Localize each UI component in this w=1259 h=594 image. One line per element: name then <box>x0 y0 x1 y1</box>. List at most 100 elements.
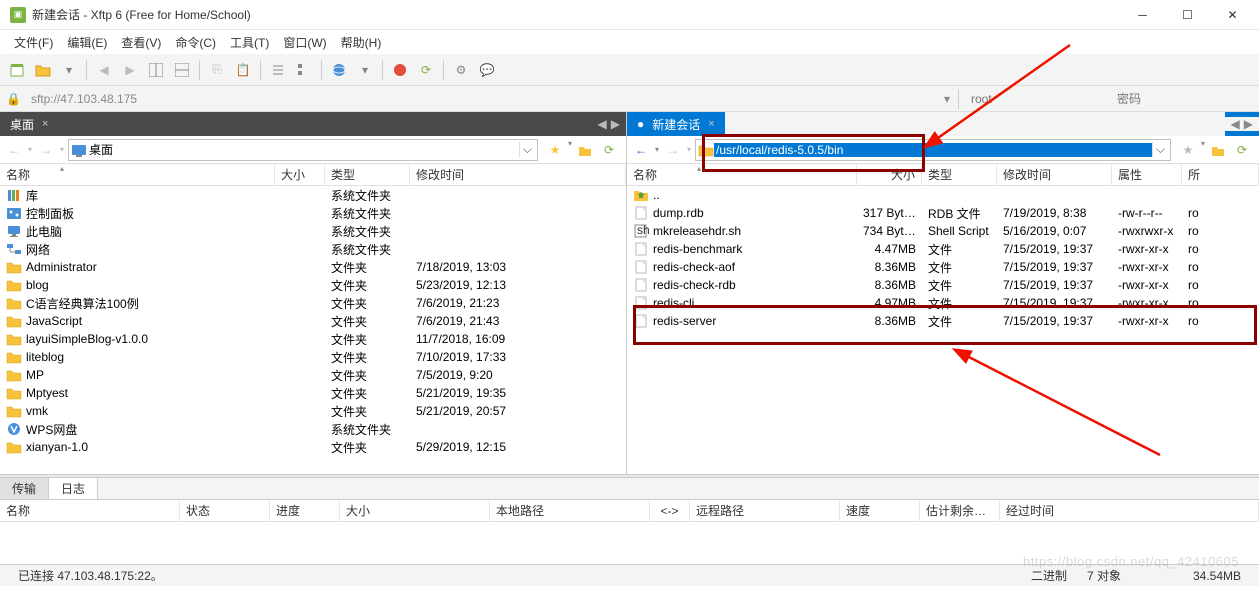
file-row[interactable]: Mptyest文件夹5/21/2019, 19:35 <box>0 384 626 402</box>
tab-scroll-right-icon[interactable]: ▶ <box>611 117 620 131</box>
col-type[interactable]: 类型 <box>325 164 410 185</box>
settings-icon[interactable]: ⚙ <box>450 59 472 81</box>
home-icon[interactable] <box>1207 139 1229 161</box>
file-row[interactable]: 库系统文件夹 <box>0 186 626 204</box>
menu-view[interactable]: 查看(V) <box>115 32 167 53</box>
nav-fwd-icon[interactable]: → <box>36 140 56 160</box>
file-row[interactable]: redis-check-aof8.36MB文件7/15/2019, 19:37-… <box>627 258 1259 276</box>
refresh-remote-icon[interactable]: ⟳ <box>1231 139 1253 161</box>
tcol-name[interactable]: 名称 <box>0 500 180 521</box>
tcol-status[interactable]: 状态 <box>180 500 270 521</box>
file-row[interactable]: redis-server8.36MB文件7/15/2019, 19:37-rwx… <box>627 312 1259 330</box>
nav-back-icon[interactable]: ← <box>4 140 24 160</box>
username-input[interactable] <box>967 89 1107 109</box>
file-row[interactable]: 控制面板系统文件夹 <box>0 204 626 222</box>
nav-back-icon[interactable]: ← <box>631 140 651 160</box>
local-path-combo[interactable]: 桌面 ⌵ <box>68 139 538 161</box>
tab-scroll-left-icon[interactable]: ◀ <box>1231 117 1240 131</box>
view-list-icon[interactable] <box>267 59 289 81</box>
file-row[interactable]: xianyan-1.0文件夹5/29/2019, 12:15 <box>0 438 626 456</box>
tab-log[interactable]: 日志 <box>49 478 98 499</box>
col-owner[interactable]: 所 <box>1182 164 1259 185</box>
back-icon[interactable]: ◀ <box>93 59 115 81</box>
menu-commands[interactable]: 命令(C) <box>169 32 222 53</box>
maximize-button[interactable]: ☐ <box>1165 0 1210 30</box>
tab-scroll-right-icon[interactable]: ▶ <box>1244 117 1253 131</box>
view-detail-icon[interactable] <box>293 59 315 81</box>
tcol-progress[interactable]: 进度 <box>270 500 340 521</box>
col-modified[interactable]: 修改时间 <box>410 164 626 185</box>
file-row[interactable]: .. <box>627 186 1259 204</box>
tcol-speed[interactable]: 速度 <box>840 500 920 521</box>
chevron-down-icon[interactable]: ⌵ <box>1152 142 1168 157</box>
file-row[interactable]: WPS网盘系统文件夹 <box>0 420 626 438</box>
file-row[interactable]: redis-cli4.97MB文件7/15/2019, 19:37-rwxr-x… <box>627 294 1259 312</box>
col-name[interactable]: 名称 <box>0 164 275 185</box>
local-file-list[interactable]: 库系统文件夹控制面板系统文件夹此电脑系统文件夹网络系统文件夹Administra… <box>0 186 626 474</box>
menu-edit[interactable]: 编辑(E) <box>61 32 113 53</box>
dropdown-icon[interactable]: ▾ <box>58 59 80 81</box>
file-row[interactable]: 此电脑系统文件夹 <box>0 222 626 240</box>
local-tab[interactable]: 桌面 × <box>0 112 58 136</box>
password-input[interactable] <box>1113 89 1253 109</box>
col-size[interactable]: 大小 <box>857 164 922 185</box>
bookmark-icon[interactable]: ★ <box>1177 139 1199 161</box>
file-row[interactable]: blog文件夹5/23/2019, 12:13 <box>0 276 626 294</box>
copy-icon[interactable]: ⎘ <box>206 59 228 81</box>
tcol-remaining[interactable]: 估计剩余… <box>920 500 1000 521</box>
forward-icon[interactable]: ▶ <box>119 59 141 81</box>
col-type[interactable]: 类型 <box>922 164 997 185</box>
menu-window[interactable]: 窗口(W) <box>277 32 332 53</box>
address-dropdown-icon[interactable]: ▾ <box>944 92 950 106</box>
tab-transfer[interactable]: 传输 <box>0 478 49 499</box>
nav-fwd-icon[interactable]: → <box>663 140 683 160</box>
new-session-icon[interactable] <box>6 59 28 81</box>
menu-tools[interactable]: 工具(T) <box>224 32 275 53</box>
col-name[interactable]: 名称 <box>627 164 857 185</box>
minimize-button[interactable]: ─ <box>1120 0 1165 30</box>
file-row[interactable]: C语言经典算法100例文件夹7/6/2019, 21:23 <box>0 294 626 312</box>
globe-icon[interactable] <box>328 59 350 81</box>
tcol-localpath[interactable]: 本地路径 <box>490 500 650 521</box>
new-folder-icon[interactable] <box>32 59 54 81</box>
address-input[interactable] <box>27 89 938 109</box>
file-row[interactable]: MP文件夹7/5/2019, 9:20 <box>0 366 626 384</box>
remote-file-list[interactable]: ..dump.rdb317 BytesRDB 文件7/19/2019, 8:38… <box>627 186 1259 474</box>
tcol-arrows[interactable]: <-> <box>650 500 690 521</box>
close-tab-icon[interactable]: × <box>42 118 48 130</box>
bookmark-icon[interactable]: ★ <box>544 139 566 161</box>
col-modified[interactable]: 修改时间 <box>997 164 1112 185</box>
split-h-icon[interactable] <box>145 59 167 81</box>
dropdown2-icon[interactable]: ▾ <box>354 59 376 81</box>
tcol-elapsed[interactable]: 经过时间 <box>1000 500 1259 521</box>
stop-icon[interactable] <box>389 59 411 81</box>
file-row[interactable]: JavaScript文件夹7/6/2019, 21:43 <box>0 312 626 330</box>
col-size[interactable]: 大小 <box>275 164 325 185</box>
file-row[interactable]: redis-check-rdb8.36MB文件7/15/2019, 19:37-… <box>627 276 1259 294</box>
split-v-icon[interactable] <box>171 59 193 81</box>
file-row[interactable]: layuiSimpleBlog-v1.0.0文件夹11/7/2018, 16:0… <box>0 330 626 348</box>
file-row[interactable]: Administrator文件夹7/18/2019, 13:03 <box>0 258 626 276</box>
file-row[interactable]: dump.rdb317 BytesRDB 文件7/19/2019, 8:38-r… <box>627 204 1259 222</box>
chevron-down-icon[interactable]: ⌵ <box>519 142 535 157</box>
menu-file[interactable]: 文件(F) <box>8 32 59 53</box>
tab-scroll-left-icon[interactable]: ◀ <box>598 117 607 131</box>
paste-icon[interactable]: 📋 <box>232 59 254 81</box>
file-row[interactable]: shmkreleasehdr.sh734 BytesShell Script5/… <box>627 222 1259 240</box>
tcol-remotepath[interactable]: 远程路径 <box>690 500 840 521</box>
close-button[interactable]: ✕ <box>1210 0 1255 30</box>
file-row[interactable]: vmk文件夹5/21/2019, 20:57 <box>0 402 626 420</box>
home-icon[interactable] <box>574 139 596 161</box>
refresh-icon[interactable]: ⟳ <box>415 59 437 81</box>
close-tab-icon[interactable]: × <box>708 118 714 130</box>
file-row[interactable]: redis-benchmark4.47MB文件7/15/2019, 19:37-… <box>627 240 1259 258</box>
remote-path-combo[interactable]: /usr/local/redis-5.0.5/bin ⌵ <box>695 139 1171 161</box>
file-row[interactable]: 网络系统文件夹 <box>0 240 626 258</box>
refresh-local-icon[interactable]: ⟳ <box>598 139 620 161</box>
menu-help[interactable]: 帮助(H) <box>335 32 388 53</box>
file-row[interactable]: liteblog文件夹7/10/2019, 17:33 <box>0 348 626 366</box>
remote-tab[interactable]: ● 新建会话 × <box>627 112 725 136</box>
col-attrs[interactable]: 属性 <box>1112 164 1182 185</box>
tcol-size[interactable]: 大小 <box>340 500 490 521</box>
help-icon[interactable]: 💬 <box>476 59 498 81</box>
